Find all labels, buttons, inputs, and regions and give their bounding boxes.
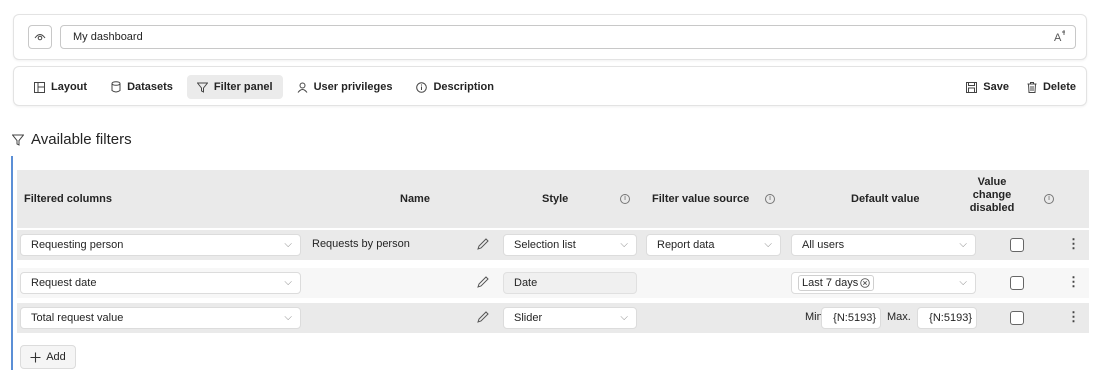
column-header-filtered-columns: Filtered columns — [24, 193, 113, 205]
select-value: Slider — [514, 312, 543, 324]
tab-description[interactable]: Description — [406, 75, 504, 99]
more-options-icon[interactable]: ⋮ — [1067, 237, 1080, 250]
selected-tag: Last 7 days — [798, 275, 875, 291]
dashboard-title-card: My dashboard A — [13, 14, 1087, 60]
tab-datasets[interactable]: Datasets — [101, 75, 183, 99]
style-select[interactable]: Slider ⌵ — [503, 307, 637, 329]
column-header-filter-value-source: Filter value source — [652, 193, 750, 205]
pencil-icon[interactable] — [476, 237, 490, 251]
section-title: Available filters — [31, 131, 132, 148]
chevron-down-icon: ⌵ — [284, 277, 292, 288]
save-icon — [966, 81, 978, 93]
eye-icon — [34, 34, 46, 41]
editor-tabbar: Layout Datasets Filter panel User privil… — [13, 66, 1087, 106]
tab-filter-panel[interactable]: Filter panel — [186, 75, 283, 99]
delete-button[interactable]: Delete — [1027, 75, 1076, 99]
column-header-default-value: Default value — [851, 193, 920, 205]
style-info-icon[interactable]: i — [620, 194, 630, 204]
max-label: Max. — [887, 311, 911, 323]
value-change-disabled-checkbox[interactable] — [1010, 276, 1024, 290]
tab-label: Filter panel — [213, 81, 273, 93]
style-select[interactable]: Selection list ⌵ — [503, 234, 637, 256]
add-filter-button[interactable]: Add — [20, 345, 76, 369]
filter-value-source-select[interactable]: Report data ⌵ — [646, 234, 781, 256]
header-line: change — [972, 189, 1012, 201]
chevron-down-icon: ⌵ — [284, 239, 292, 250]
tag-label: Last 7 days — [802, 277, 859, 289]
svg-text:A: A — [1054, 32, 1062, 43]
tab-label: Layout — [51, 81, 88, 93]
person-icon — [297, 82, 308, 93]
column-header-name: Name — [400, 193, 430, 205]
chevron-down-icon: ⌵ — [959, 277, 967, 288]
header-line: Value — [977, 176, 1007, 188]
more-options-icon[interactable]: ⋮ — [1067, 310, 1080, 323]
select-value: Total request value — [31, 312, 124, 324]
tab-user-privileges[interactable]: User privileges — [287, 75, 403, 99]
filter-row: Total request value ⌵ Slider ⌵ Min. {N:519… — [17, 303, 1089, 333]
filter-row: Request date ⌵ Date Last 7 days ⌵ ⋮ — [17, 268, 1089, 298]
filter-row: Requesting person ⌵ Requests by person Se… — [17, 230, 1089, 260]
value-change-info-icon[interactable]: i — [1044, 194, 1054, 204]
chevron-down-icon: ⌵ — [959, 239, 967, 250]
info-icon — [416, 81, 428, 93]
select-value: Requesting person — [31, 239, 124, 251]
save-label: Save — [983, 81, 1009, 93]
source-info-icon[interactable]: i — [765, 194, 775, 204]
column-header-style: Style — [542, 193, 569, 205]
filtered-column-select[interactable]: Request date ⌵ — [20, 272, 301, 294]
filter-icon — [196, 82, 208, 93]
database-icon — [111, 81, 121, 93]
max-value-input[interactable]: {N:5193} — [917, 307, 977, 329]
select-value: Request date — [31, 277, 97, 289]
column-header-value-change-disabled: Value change disabled — [967, 176, 1017, 215]
add-label: Add — [46, 351, 66, 363]
delete-label: Delete — [1042, 81, 1076, 93]
filter-icon — [12, 134, 24, 146]
save-button[interactable]: Save — [966, 75, 1009, 99]
section-accent-bar — [11, 156, 13, 370]
filters-table-header: Filtered columns Name Style i Filter val… — [17, 170, 1089, 228]
chevron-down-icon: ⌵ — [620, 239, 628, 250]
select-value: All users — [802, 239, 845, 251]
section-header: Available filters — [12, 131, 132, 148]
style-readonly-field: Date — [503, 272, 637, 294]
pencil-icon[interactable] — [476, 275, 490, 289]
dashboard-title-input[interactable]: My dashboard A — [60, 25, 1076, 49]
value-change-disabled-checkbox[interactable] — [1010, 311, 1024, 325]
more-options-icon[interactable]: ⋮ — [1067, 275, 1080, 288]
dismiss-icon[interactable] — [860, 278, 871, 288]
visibility-toggle-button[interactable] — [28, 25, 52, 49]
trash-icon — [1027, 81, 1037, 93]
default-value-select[interactable]: All users ⌵ — [791, 234, 976, 256]
field-value: Date — [514, 277, 538, 289]
select-value: Selection list — [514, 239, 576, 251]
filtered-column-select[interactable]: Total request value ⌵ — [20, 307, 301, 329]
layout-icon — [34, 81, 45, 93]
tab-layout[interactable]: Layout — [24, 75, 97, 99]
tab-label: Datasets — [127, 81, 173, 93]
chevron-down-icon: ⌵ — [764, 239, 772, 250]
default-value-select[interactable]: Last 7 days ⌵ — [791, 272, 976, 294]
value-change-disabled-checkbox[interactable] — [1010, 238, 1024, 252]
translate-icon[interactable]: A — [1053, 29, 1067, 51]
filter-name-text: Requests by person — [312, 238, 410, 250]
chevron-down-icon: ⌵ — [620, 312, 628, 323]
filtered-column-select[interactable]: Requesting person ⌵ — [20, 234, 301, 256]
header-line: disabled — [969, 202, 1015, 214]
tab-label: User privileges — [313, 81, 393, 93]
tab-label: Description — [433, 81, 494, 93]
plus-icon — [30, 352, 41, 362]
select-value: Report data — [657, 239, 715, 251]
min-value-input[interactable]: {N:5193} — [821, 307, 881, 329]
chevron-down-icon: ⌵ — [284, 312, 292, 323]
dashboard-title-value: My dashboard — [73, 31, 143, 43]
pencil-icon[interactable] — [476, 310, 490, 324]
